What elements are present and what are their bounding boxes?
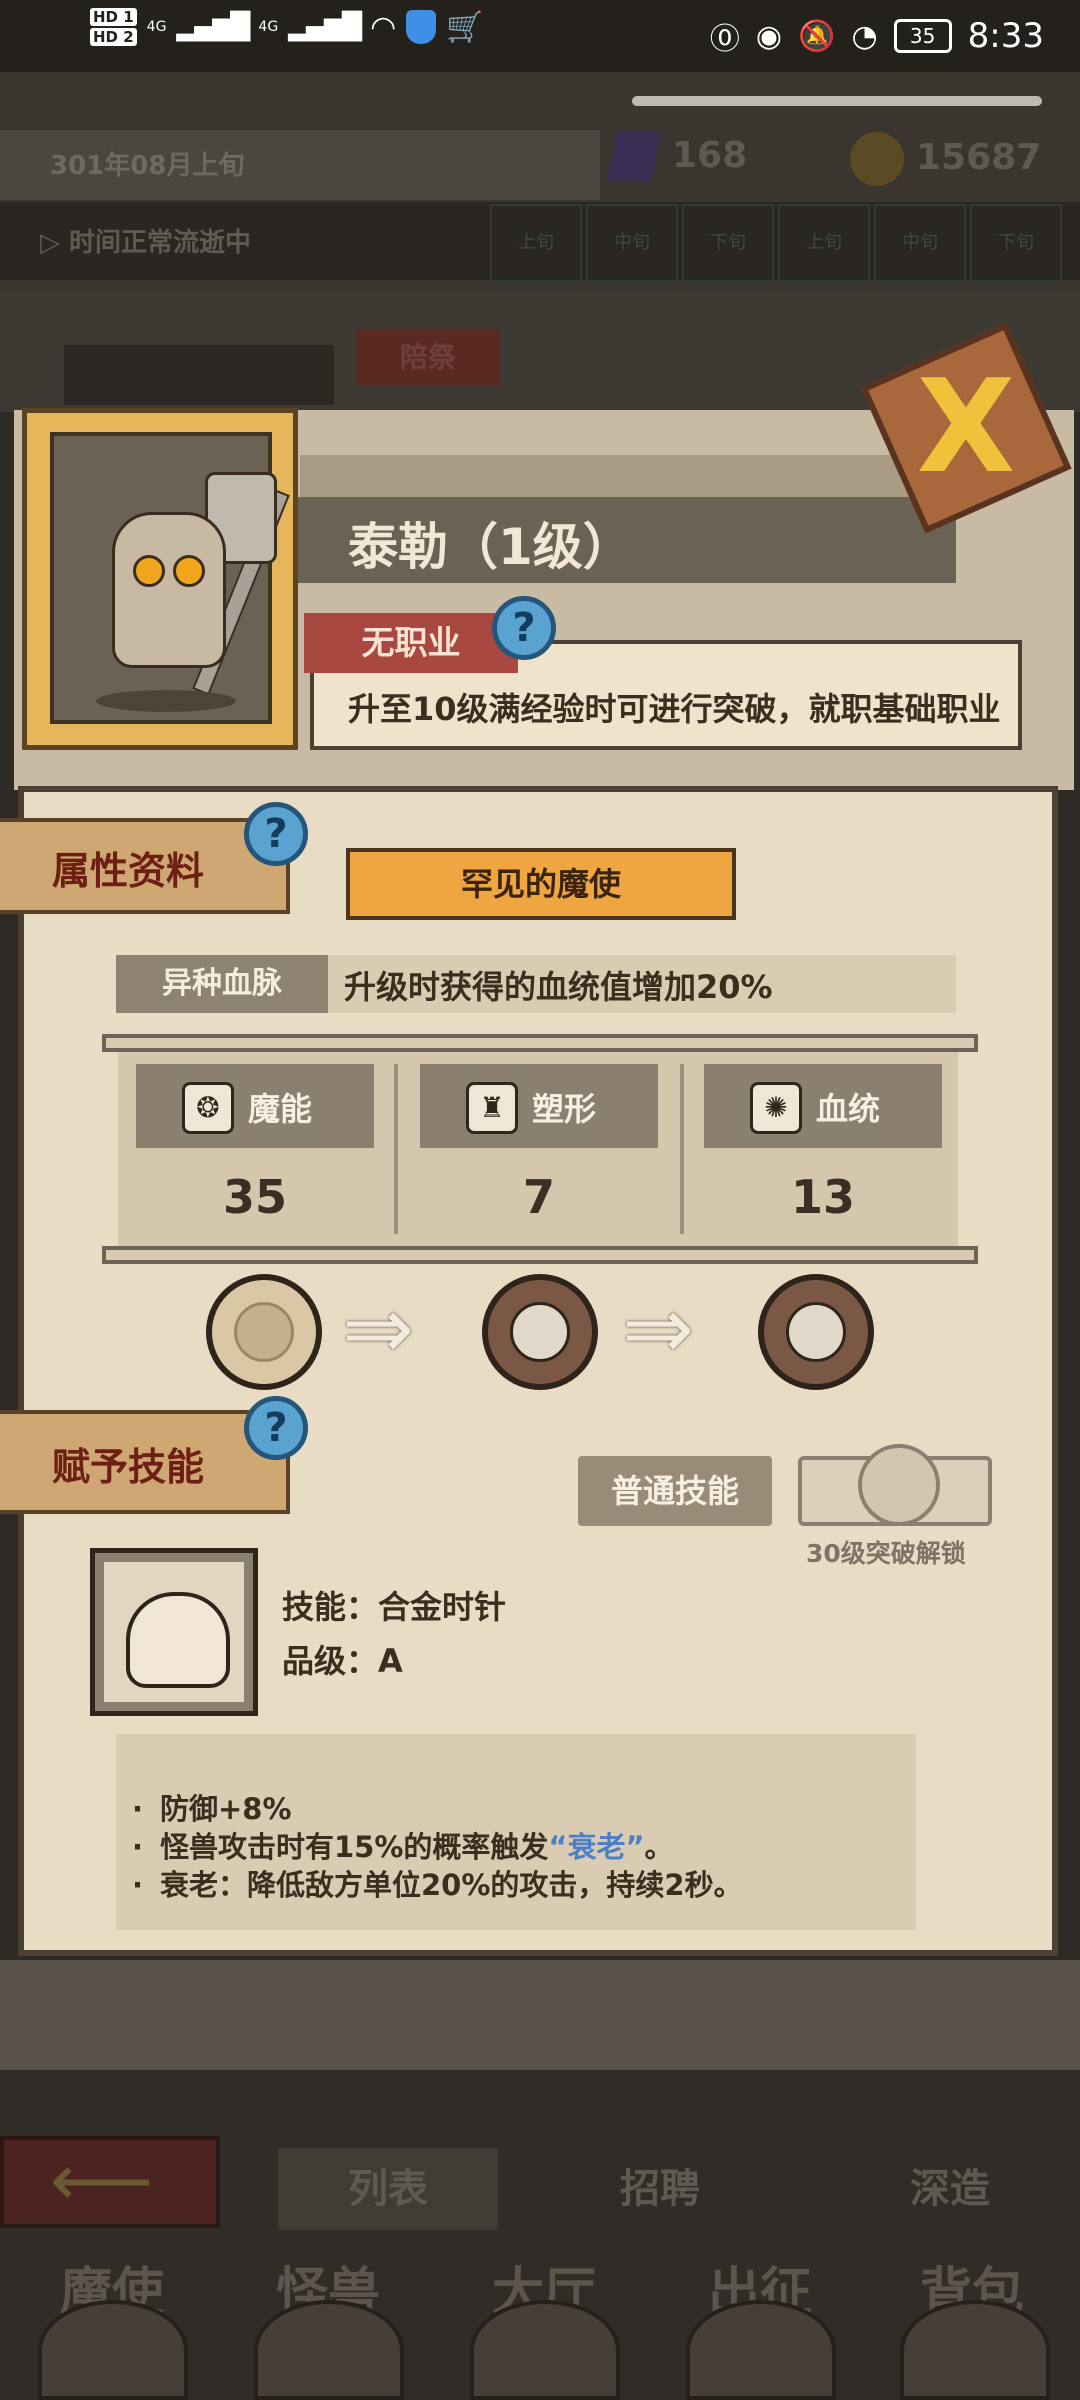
skull-icon [38,2300,188,2400]
arrow-right-icon: ⇒ [622,1279,695,1379]
coin-icon [850,132,904,186]
rarity-banner: 罕见的魔使 [346,848,736,920]
shield-icon [406,10,437,44]
stat-name: 魔能 [248,1090,313,1128]
mute-icon: 🔕 [798,18,836,54]
skill-title: 赋予技能 [52,1445,205,1489]
cart-icon: 🛒 [446,9,484,45]
game-date: 301年08月上旬 [50,151,245,181]
hero-eye-left [133,555,165,587]
evolution-node-locked[interactable] [482,1274,598,1390]
signal-icon-2: ▂▄▆█ [288,12,362,42]
tab-peiji[interactable]: 陪祭 [356,330,500,386]
coin-counter: 15687 [850,132,1041,186]
clock: 8:33 [967,16,1044,56]
time-slot[interactable]: 中旬 [874,204,966,282]
lock-icon [510,1302,570,1362]
skill-grade: 品级：A [282,1642,403,1680]
time-slot[interactable]: 上旬 [490,204,582,282]
time-slot[interactable]: 上旬 [778,204,870,282]
job-help-icon[interactable]: ? [492,596,556,660]
battery-icon: 35 [893,19,952,53]
close-button[interactable]: X [860,322,1072,534]
gesture-bar [632,96,1042,106]
evolution-node-current[interactable] [206,1274,322,1390]
gem-counter: 168 [606,132,748,182]
stat-name: 血统 [816,1090,881,1128]
attribute-help-icon[interactable]: ? [244,802,308,866]
play-icon: ▷ [40,228,70,258]
job-tag: 无职业 [304,613,518,673]
hero-shadow [96,690,236,712]
status-left: HD 1 HD 2 4G ▂▄▆█ 4G ▂▄▆█ ◠ 🛒 [90,8,484,46]
evolution-node-locked[interactable] [758,1274,874,1390]
coin-count: 15687 [916,137,1042,178]
sim2-label: HD 2 [90,28,137,46]
stat-bloodline: ✺ 血统 13 [704,1064,942,1244]
lock-icon [858,1444,940,1526]
signal-icon: ▂▄▆█ [176,12,250,42]
magic-icon: ❂ [182,1082,234,1134]
stat-name: 塑形 [532,1090,597,1128]
network-label: 4G [146,19,167,35]
stat-value: 7 [522,1170,555,1224]
close-icon: X [916,353,1016,502]
job-hint: 升至10级满经验时可进行突破，就职基础职业 [348,690,1001,728]
skill-desc-line: · 防御+8% [132,1792,292,1826]
stat-divider [394,1064,398,1234]
speed-icon: ◔ [851,18,878,54]
time-slot[interactable]: 中旬 [586,204,678,282]
network-label-2: 4G [258,19,279,35]
skill-keyword: “衰老” [548,1830,645,1864]
skill-icon [126,1592,230,1688]
subtab-recruit[interactable]: 招聘 [550,2148,770,2230]
stat-value: 13 [790,1170,855,1224]
gem-count: 168 [672,135,748,176]
bag-icon [900,2300,1050,2400]
eye-icon: ◉ [755,18,783,54]
monster-icon [254,2300,404,2400]
attribute-title: 属性资料 [52,849,205,893]
hero-figure [112,512,226,668]
stat-divider [680,1064,684,1234]
hood-icon [234,1302,294,1362]
hero-eye-right [173,555,205,587]
skill-help-icon[interactable]: ? [244,1396,308,1460]
hero-name: 泰勒（1级） [348,518,633,576]
time-status[interactable]: ▷ 时间正常流逝中 [40,222,251,259]
hall-icon [470,2300,620,2400]
lock-icon [786,1302,846,1362]
stats-rail-bottom [102,1246,978,1264]
back-arrow-icon: ⟵ [50,2138,154,2222]
gem-icon [606,132,662,182]
skill-desc-line: · 衰老：降低敌方单位20%的攻击，持续2秒。 [132,1868,743,1902]
skill-desc-line: · 怪兽攻击时有15%的概率触发“衰老”。 [132,1830,674,1864]
stats-rail-top [102,1034,978,1052]
expedition-icon [686,2300,836,2400]
nfc-icon: ⓪ [709,22,740,57]
bloodline-tag: 异种血脉 [116,955,328,1013]
bloodline-desc: 升级时获得的血统值增加20% [344,968,773,1006]
stat-value: 35 [222,1170,287,1224]
time-slot[interactable]: 下旬 [682,204,774,282]
pattern-band [0,1960,1080,2070]
skill-name: 技能：合金时针 [282,1588,507,1626]
arrow-right-icon: ⇒ [342,1279,415,1379]
stat-shape: ♜ 塑形 7 [420,1064,658,1244]
bloodline-icon: ✺ [750,1082,802,1134]
subtab-list[interactable]: 列表 [278,2148,498,2230]
stat-magic: ❂ 魔能 35 [136,1064,374,1244]
time-slots: 上旬 中旬 下旬 上旬 中旬 下旬 [490,204,1062,282]
wifi-icon: ◠ [370,9,397,45]
time-slot[interactable]: 下旬 [970,204,1062,282]
normal-skill-button[interactable]: 普通技能 [578,1456,772,1526]
status-right: ⓪ ◉ 🔕 ◔ 35 8:33 [710,14,1044,58]
body-icon: ♜ [466,1082,518,1134]
subtab-advance[interactable]: 深造 [840,2148,1060,2230]
sim1-label: HD 1 [90,8,137,26]
locked-slot-text: 30级突破解锁 [806,1539,966,1568]
dark-tab [64,345,334,405]
